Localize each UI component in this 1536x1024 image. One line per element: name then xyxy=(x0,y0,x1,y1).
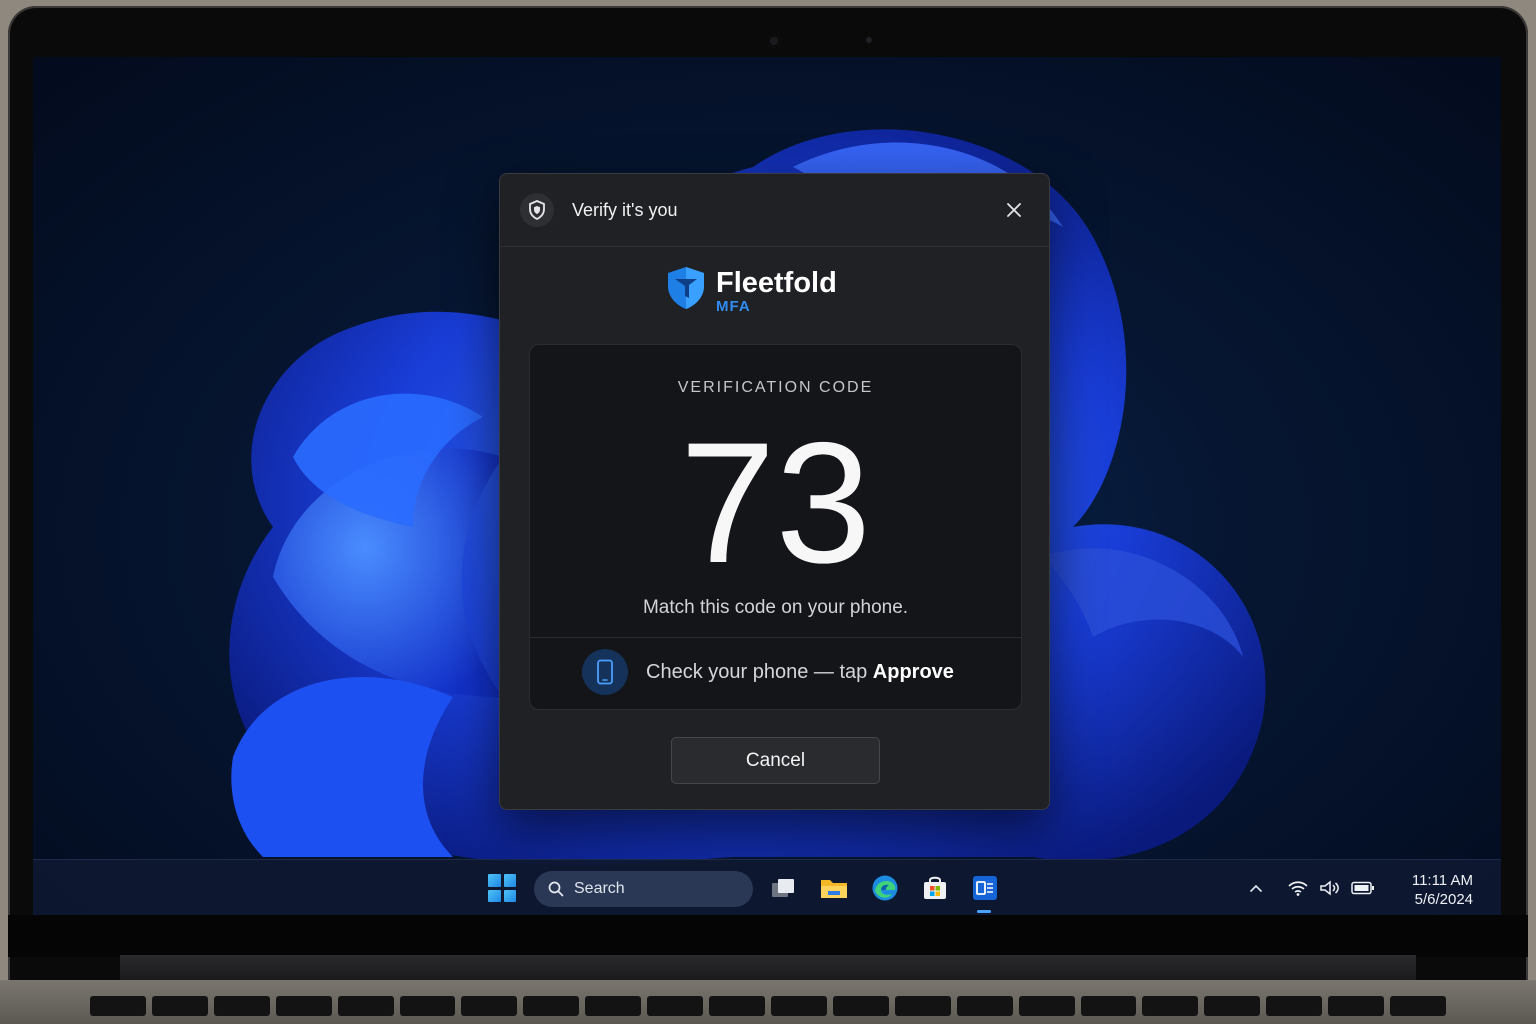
volume-icon[interactable] xyxy=(1319,860,1341,915)
cancel-button[interactable]: Cancel xyxy=(671,737,880,784)
brand-subtitle: MFA xyxy=(716,298,751,315)
close-icon xyxy=(1007,203,1021,217)
card-divider xyxy=(530,637,1021,638)
start-button[interactable] xyxy=(488,874,516,902)
mfa-dialog: Verify it's you Fleetfold MFA VERIFICATI… xyxy=(499,173,1050,810)
dialog-title: Verify it's you xyxy=(572,199,678,220)
edge-icon[interactable] xyxy=(870,873,900,903)
phone-prompt-text: Check your phone — tap Approve xyxy=(646,661,954,684)
file-explorer-icon[interactable] xyxy=(819,873,849,903)
close-button[interactable] xyxy=(999,195,1029,225)
code-label: VERIFICATION CODE xyxy=(677,379,874,396)
brand-lockup: Fleetfold MFA xyxy=(666,266,837,314)
windows-logo-tile xyxy=(488,889,501,902)
verification-card: VERIFICATION CODE 73 Match this code on … xyxy=(529,344,1022,710)
taskbar-clock[interactable]: 11:11 AM 5/6/2024 xyxy=(1393,871,1473,909)
phone-prompt-prefix: Check your phone — tap xyxy=(646,660,873,683)
camera-sensor xyxy=(866,37,872,43)
keyboard-row xyxy=(90,996,1446,1024)
phone-prompt: Check your phone — tap Approve xyxy=(582,649,954,695)
windows-logo-tile xyxy=(488,874,501,887)
tray-overflow-button[interactable] xyxy=(1248,860,1264,915)
battery-icon[interactable] xyxy=(1351,860,1375,915)
clock-date: 5/6/2024 xyxy=(1414,891,1473,908)
dialog-header: Verify it's you xyxy=(500,174,1049,247)
webcam xyxy=(767,34,781,48)
taskbar: Search 11:11 AM 5/6/2024 xyxy=(33,859,1501,915)
desktop-screen: Verify it's you Fleetfold MFA VERIFICATI… xyxy=(33,57,1501,915)
code-hint: Match this code on your phone. xyxy=(642,597,909,618)
windows-logo-tile xyxy=(503,874,516,887)
phone-prompt-action: Approve xyxy=(872,660,954,683)
chevron-up-icon xyxy=(1250,884,1262,892)
shield-icon xyxy=(520,193,554,227)
task-view-icon[interactable] xyxy=(768,873,798,903)
taskbar-search[interactable]: Search xyxy=(534,871,753,907)
brand-name: Fleetfold xyxy=(716,267,837,299)
wifi-icon[interactable] xyxy=(1287,860,1309,915)
mfa-app-icon[interactable] xyxy=(970,873,1000,903)
search-icon xyxy=(548,881,564,897)
verification-code: 73 xyxy=(679,407,872,599)
windows-logo-tile xyxy=(503,889,516,902)
clock-time: 11:11 AM xyxy=(1411,872,1473,889)
fleetfold-logo-icon xyxy=(668,267,704,309)
active-app-indicator xyxy=(977,910,991,913)
search-label: Search xyxy=(574,880,625,897)
phone-icon xyxy=(582,649,628,695)
screen-chin xyxy=(8,915,1528,957)
store-icon[interactable] xyxy=(920,873,950,903)
